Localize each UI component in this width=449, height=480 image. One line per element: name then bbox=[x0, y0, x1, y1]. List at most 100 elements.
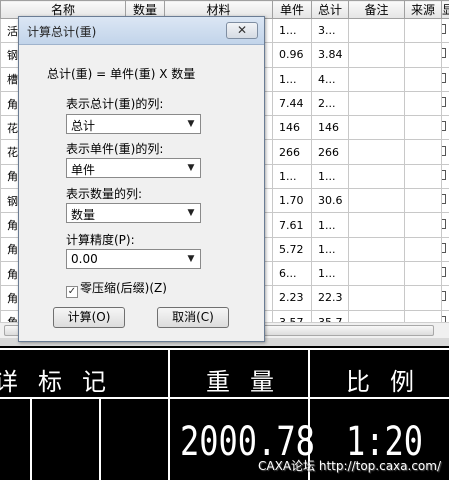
cell-total[interactable]: 2... bbox=[311, 90, 349, 117]
display-checkbox[interactable] bbox=[442, 24, 446, 35]
close-button[interactable]: ✕ bbox=[226, 22, 258, 39]
cell-display[interactable] bbox=[441, 285, 449, 311]
cell-remark[interactable] bbox=[348, 90, 405, 117]
cell-total[interactable]: 35.7 bbox=[311, 309, 349, 322]
cell-display[interactable] bbox=[441, 90, 449, 117]
cell-remark[interactable] bbox=[348, 236, 405, 262]
display-checkbox[interactable] bbox=[442, 97, 446, 108]
cell-unit[interactable]: 1... bbox=[272, 66, 312, 92]
display-checkbox[interactable] bbox=[442, 267, 446, 278]
cell-source[interactable] bbox=[404, 309, 442, 322]
col-header-source[interactable]: 来源 bbox=[404, 0, 442, 19]
display-checkbox[interactable] bbox=[442, 121, 446, 132]
cell-remark[interactable] bbox=[348, 115, 405, 141]
cell-source[interactable] bbox=[404, 42, 442, 68]
zero-suppress-label: 零压缩(后缀)(Z) bbox=[80, 281, 167, 295]
cell-source[interactable] bbox=[404, 17, 442, 44]
cell-display[interactable] bbox=[441, 139, 449, 165]
cell-display[interactable] bbox=[441, 309, 449, 322]
cell-total[interactable]: 3... bbox=[311, 17, 349, 44]
cell-remark[interactable] bbox=[348, 188, 405, 214]
cell-display[interactable] bbox=[441, 42, 449, 68]
precision-select[interactable]: 0.00 ▼ bbox=[66, 249, 201, 269]
col-header-unit[interactable]: 单件 bbox=[272, 0, 312, 19]
cell-display[interactable] bbox=[441, 115, 449, 141]
cell-display[interactable] bbox=[441, 66, 449, 92]
cell-source[interactable] bbox=[404, 90, 442, 117]
cell-unit[interactable]: 146 bbox=[272, 115, 312, 141]
cell-unit[interactable]: 1... bbox=[272, 17, 312, 44]
cell-remark[interactable] bbox=[348, 139, 405, 165]
cell-remark[interactable] bbox=[348, 66, 405, 92]
quantity-column-value: 数量 bbox=[71, 208, 96, 222]
display-checkbox[interactable] bbox=[442, 169, 446, 180]
display-checkbox[interactable] bbox=[442, 48, 446, 59]
cell-source[interactable] bbox=[404, 139, 442, 165]
cell-display[interactable] bbox=[441, 163, 449, 190]
cell-unit[interactable]: 7.44 bbox=[272, 90, 312, 117]
cell-unit[interactable]: 2.23 bbox=[272, 285, 312, 311]
zero-suppress-option[interactable]: ✓ 零压缩(后缀)(Z) bbox=[66, 279, 167, 298]
cell-total[interactable]: 1... bbox=[311, 163, 349, 190]
cell-source[interactable] bbox=[404, 115, 442, 141]
cell-display[interactable] bbox=[441, 212, 449, 238]
cancel-button[interactable]: 取消(C) bbox=[157, 307, 229, 328]
cell-display[interactable] bbox=[441, 188, 449, 214]
cell-unit[interactable]: 5.72 bbox=[272, 236, 312, 262]
cell-remark[interactable] bbox=[348, 212, 405, 238]
display-checkbox[interactable] bbox=[442, 145, 446, 156]
cell-unit[interactable]: 6... bbox=[272, 260, 312, 287]
cell-total[interactable]: 266 bbox=[311, 139, 349, 165]
cell-total[interactable]: 1... bbox=[311, 236, 349, 262]
cell-unit[interactable]: 266 bbox=[272, 139, 312, 165]
col-header-display[interactable]: 显 bbox=[441, 0, 449, 19]
display-checkbox[interactable] bbox=[442, 194, 446, 205]
quantity-column-label: 表示数量的列: bbox=[66, 187, 143, 201]
cell-display[interactable] bbox=[441, 260, 449, 287]
cell-remark[interactable] bbox=[348, 163, 405, 190]
display-checkbox[interactable] bbox=[442, 291, 446, 302]
cell-total[interactable]: 1... bbox=[311, 260, 349, 287]
total-column-select[interactable]: 总计 ▼ bbox=[66, 114, 201, 134]
cell-display[interactable] bbox=[441, 236, 449, 262]
cell-source[interactable] bbox=[404, 66, 442, 92]
cell-unit[interactable]: 3.57 bbox=[272, 309, 312, 322]
cell-source[interactable] bbox=[404, 212, 442, 238]
col-header-total[interactable]: 总计 bbox=[311, 0, 349, 19]
unit-column-value: 单件 bbox=[71, 163, 96, 177]
display-checkbox[interactable] bbox=[442, 72, 446, 83]
cell-remark[interactable] bbox=[348, 17, 405, 44]
cad-label-detail-mark: 详标记 bbox=[0, 368, 126, 396]
cell-source[interactable] bbox=[404, 260, 442, 287]
cell-unit[interactable]: 1.70 bbox=[272, 188, 312, 214]
cell-source[interactable] bbox=[404, 188, 442, 214]
cell-source[interactable] bbox=[404, 236, 442, 262]
cell-source[interactable] bbox=[404, 285, 442, 311]
display-checkbox[interactable] bbox=[442, 242, 446, 253]
cell-total[interactable]: 30.6 bbox=[311, 188, 349, 214]
cell-source[interactable] bbox=[404, 163, 442, 190]
cell-total[interactable]: 22.3 bbox=[311, 285, 349, 311]
display-checkbox[interactable] bbox=[442, 218, 446, 229]
cell-unit[interactable]: 0.96 bbox=[272, 42, 312, 68]
precision-label: 计算精度(P): bbox=[66, 233, 135, 247]
calculate-button[interactable]: 计算(O) bbox=[53, 307, 125, 328]
cell-display[interactable] bbox=[441, 17, 449, 44]
cell-remark[interactable] bbox=[348, 309, 405, 322]
cell-total[interactable]: 4... bbox=[311, 66, 349, 92]
cell-remark[interactable] bbox=[348, 42, 405, 68]
cad-label-scale: 比例 bbox=[346, 368, 434, 396]
cell-total[interactable]: 1... bbox=[311, 212, 349, 238]
dialog-titlebar[interactable]: 计算总计(重) ✕ bbox=[19, 17, 264, 45]
cell-total[interactable]: 146 bbox=[311, 115, 349, 141]
cell-remark[interactable] bbox=[348, 285, 405, 311]
cell-total[interactable]: 3.84 bbox=[311, 42, 349, 68]
cell-unit[interactable]: 1... bbox=[272, 163, 312, 190]
dialog-title: 计算总计(重) bbox=[27, 25, 97, 39]
col-header-remark[interactable]: 备注 bbox=[348, 0, 405, 19]
unit-column-select[interactable]: 单件 ▼ bbox=[66, 158, 201, 178]
quantity-column-select[interactable]: 数量 ▼ bbox=[66, 203, 201, 223]
cell-unit[interactable]: 7.61 bbox=[272, 212, 312, 238]
zero-suppress-checkbox[interactable]: ✓ bbox=[66, 286, 78, 298]
cell-remark[interactable] bbox=[348, 260, 405, 287]
